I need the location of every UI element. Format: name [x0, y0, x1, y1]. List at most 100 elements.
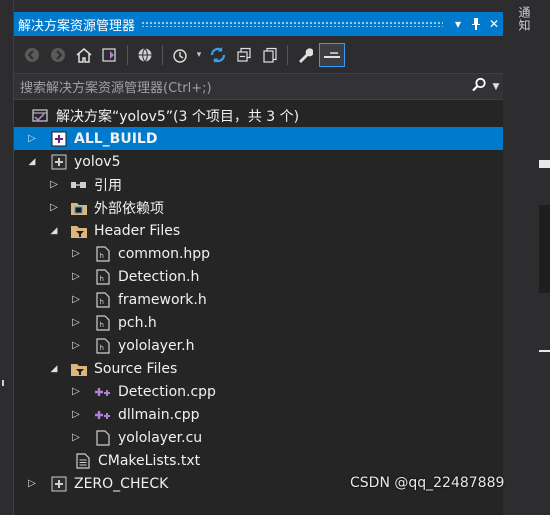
- expand-arrow-icon[interactable]: ▷: [68, 292, 84, 308]
- tree-item-source-file[interactable]: ▷ Detection.cpp: [14, 380, 503, 403]
- header-file-label: common.hpp: [118, 245, 211, 262]
- expand-arrow-icon[interactable]: ▷: [68, 338, 84, 354]
- history-dropdown-icon[interactable]: ▾: [194, 43, 204, 67]
- tree-item-header-file[interactable]: ▷ h common.hpp: [14, 242, 503, 265]
- notifications-tab[interactable]: 通知: [511, 6, 533, 46]
- preview-icon[interactable]: [319, 42, 345, 67]
- expand-arrow-icon[interactable]: ▷: [68, 269, 84, 285]
- right-edge-block: [539, 350, 550, 352]
- watermark-text: CSDN @qq_22487889: [350, 475, 505, 491]
- svg-text:h: h: [100, 298, 104, 306]
- project-icon: [50, 154, 68, 170]
- panel-toolbar: ▾: [14, 36, 503, 74]
- forward-icon[interactable]: [46, 43, 70, 67]
- toolbar-separator: [162, 44, 163, 65]
- pin-icon[interactable]: [467, 14, 485, 34]
- header-file-icon: h: [94, 245, 112, 262]
- header-file-label: yololayer.h: [118, 337, 195, 354]
- source-file-label: yololayer.cu: [118, 429, 203, 446]
- tree-item-header-file[interactable]: ▷ h Detection.h: [14, 265, 503, 288]
- project-icon: [50, 131, 68, 147]
- tree-item-source-file[interactable]: ▷ dllmain.cpp: [14, 403, 503, 426]
- header-file-icon: h: [94, 291, 112, 308]
- svg-text:h: h: [100, 321, 104, 329]
- tree-item-source-file[interactable]: ▷ yololayer.cu: [14, 426, 503, 449]
- file-icon: [94, 429, 112, 446]
- tree-item-source-files[interactable]: ◢ Source Files: [14, 357, 503, 380]
- collapse-arrow-icon[interactable]: ◢: [24, 154, 40, 170]
- panel-title: 解决方案资源管理器: [18, 18, 136, 34]
- toolbar-separator: [127, 44, 128, 65]
- solution-tree: 解决方案“yolov5”(3 个项目，共 3 个) ▷ ALL_BUILD ◢ …: [14, 100, 503, 495]
- header-file-label: pch.h: [118, 314, 157, 331]
- search-bar[interactable]: 搜索解决方案资源管理器(Ctrl+;) ▼: [14, 74, 503, 100]
- toolbar-separator: [287, 44, 288, 65]
- vs-switch-icon[interactable]: [98, 43, 122, 67]
- tree-item-header-file[interactable]: ▷ h yololayer.h: [14, 334, 503, 357]
- solution-icon: [32, 108, 50, 124]
- properties-wrench-icon[interactable]: [293, 43, 317, 67]
- expand-arrow-icon[interactable]: ▷: [24, 131, 40, 147]
- header-file-icon: h: [94, 337, 112, 354]
- cpp-file-icon: [94, 407, 112, 423]
- header-file-icon: h: [94, 268, 112, 285]
- collapse-arrow-icon[interactable]: ◢: [46, 223, 62, 239]
- expand-arrow-icon[interactable]: ▷: [24, 476, 40, 492]
- close-icon[interactable]: ✕: [485, 14, 503, 34]
- search-input[interactable]: 搜索解决方案资源管理器(Ctrl+;): [20, 77, 469, 96]
- expand-arrow-icon[interactable]: ▷: [68, 315, 84, 331]
- tree-item-header-files[interactable]: ◢ Header Files: [14, 219, 503, 242]
- collapse-arrow-icon[interactable]: ◢: [46, 361, 62, 377]
- solution-label: 解决方案“yolov5”(3 个项目，共 3 个): [56, 108, 300, 125]
- expand-arrow-icon[interactable]: ▷: [68, 384, 84, 400]
- header-file-label: framework.h: [118, 291, 207, 308]
- search-icon[interactable]: [469, 77, 489, 97]
- collapse-all-icon[interactable]: [232, 43, 256, 67]
- refresh-icon[interactable]: [206, 43, 230, 67]
- history-icon[interactable]: [168, 43, 192, 67]
- right-edge-block: [539, 160, 550, 168]
- all-build-label: ALL_BUILD: [74, 130, 158, 147]
- svg-text:h: h: [100, 252, 104, 260]
- expand-arrow-icon[interactable]: ▷: [68, 407, 84, 423]
- expand-arrow-icon[interactable]: ▷: [68, 430, 84, 446]
- source-file-label: dllmain.cpp: [118, 406, 200, 423]
- solution-explorer-panel: 解决方案资源管理器 ▾ ✕ ▾ 搜索解决方案资源管理器(Ctrl+;) ▼ 解决…: [14, 12, 503, 515]
- window-position-dropdown-icon[interactable]: ▾: [449, 14, 467, 34]
- tree-item-header-file[interactable]: ▷ h pch.h: [14, 311, 503, 334]
- source-file-label: Detection.cpp: [118, 383, 216, 400]
- tree-item-all-build[interactable]: ▷ ALL_BUILD: [14, 127, 503, 150]
- zero-check-label: ZERO_CHECK: [74, 475, 169, 492]
- text-file-icon: [74, 452, 92, 469]
- tree-item-header-file[interactable]: ▷ h framework.h: [14, 288, 503, 311]
- tree-item-solution[interactable]: 解决方案“yolov5”(3 个项目，共 3 个): [14, 104, 503, 127]
- right-side-strip: 通知: [503, 0, 550, 515]
- tree-item-cmakelists[interactable]: CMakeLists.txt: [14, 449, 503, 472]
- expand-arrow-icon[interactable]: ▷: [68, 246, 84, 262]
- back-icon[interactable]: [20, 43, 44, 67]
- tree-item-external-deps[interactable]: ▷ 外部依赖项: [14, 196, 503, 219]
- filter-folder-icon: [70, 223, 88, 239]
- search-options-dropdown-icon[interactable]: ▼: [489, 82, 503, 92]
- project-icon: [50, 476, 68, 492]
- filter-folder-icon: [70, 361, 88, 377]
- yolov5-label: yolov5: [74, 153, 121, 170]
- tree-item-references[interactable]: ▷ 引用: [14, 173, 503, 196]
- header-file-label: Detection.h: [118, 268, 200, 285]
- header-files-label: Header Files: [94, 222, 181, 239]
- expand-arrow-icon[interactable]: ▷: [46, 177, 62, 193]
- source-files-label: Source Files: [94, 360, 178, 377]
- references-icon: [70, 177, 88, 193]
- gutter-mark: [2, 380, 4, 386]
- tree-item-yolov5[interactable]: ◢ yolov5: [14, 150, 503, 173]
- external-deps-label: 外部依赖项: [94, 200, 164, 217]
- panel-titlebar[interactable]: 解决方案资源管理器 ▾ ✕: [14, 12, 503, 36]
- show-all-files-icon[interactable]: [258, 43, 282, 67]
- globe-icon[interactable]: [133, 43, 157, 67]
- cmakelists-label: CMakeLists.txt: [98, 452, 201, 469]
- home-icon[interactable]: [72, 43, 96, 67]
- expand-arrow-icon[interactable]: ▷: [46, 200, 62, 216]
- right-edge-block: [539, 205, 550, 293]
- drag-grip[interactable]: [141, 21, 443, 27]
- header-file-icon: h: [94, 314, 112, 331]
